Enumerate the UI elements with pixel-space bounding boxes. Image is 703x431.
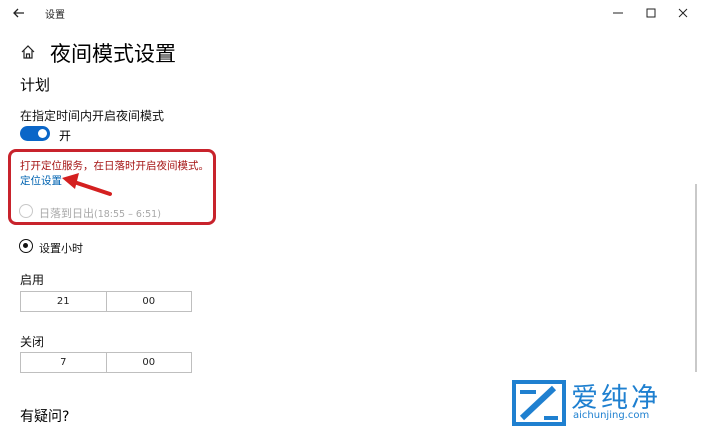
title-bar: 设置: [0, 0, 703, 26]
back-arrow-icon[interactable]: [10, 4, 28, 22]
turn-on-label: 启用: [20, 273, 45, 287]
schedule-toggle-label: 在指定时间内开启夜间模式: [20, 109, 165, 123]
annotation-highlight-box: [8, 149, 216, 225]
turn-on-time-picker[interactable]: 21 00: [20, 291, 192, 312]
turn-on-hour[interactable]: 21: [21, 292, 107, 311]
scrollbar[interactable]: [695, 184, 697, 374]
turn-on-minute[interactable]: 00: [107, 292, 192, 311]
toggle-state-text: 开: [59, 129, 72, 143]
minimize-icon: [613, 12, 623, 14]
watermark: 爱纯净 aichunjing.com: [503, 372, 703, 431]
watermark-url: aichunjing.com: [573, 410, 650, 421]
page-title: 夜间模式设置: [50, 42, 176, 66]
maximize-icon: [646, 8, 656, 18]
turn-off-label: 关闭: [20, 335, 45, 349]
night-light-schedule-toggle[interactable]: [20, 126, 50, 141]
faq-heading: 有疑问?: [20, 409, 70, 425]
close-icon: [678, 8, 688, 18]
close-button[interactable]: [669, 3, 697, 23]
turn-off-time-picker[interactable]: 7 00: [20, 352, 192, 373]
section-title: 计划: [20, 76, 51, 94]
maximize-button[interactable]: [637, 3, 665, 23]
turn-off-minute[interactable]: 00: [107, 353, 192, 372]
home-icon[interactable]: [20, 44, 36, 60]
minimize-button[interactable]: [604, 3, 632, 23]
set-hours-label: 设置小时: [39, 242, 83, 255]
turn-off-hour[interactable]: 7: [21, 353, 107, 372]
window-title: 设置: [45, 10, 65, 21]
set-hours-radio[interactable]: [19, 239, 33, 253]
watermark-logo-icon: [512, 380, 566, 426]
